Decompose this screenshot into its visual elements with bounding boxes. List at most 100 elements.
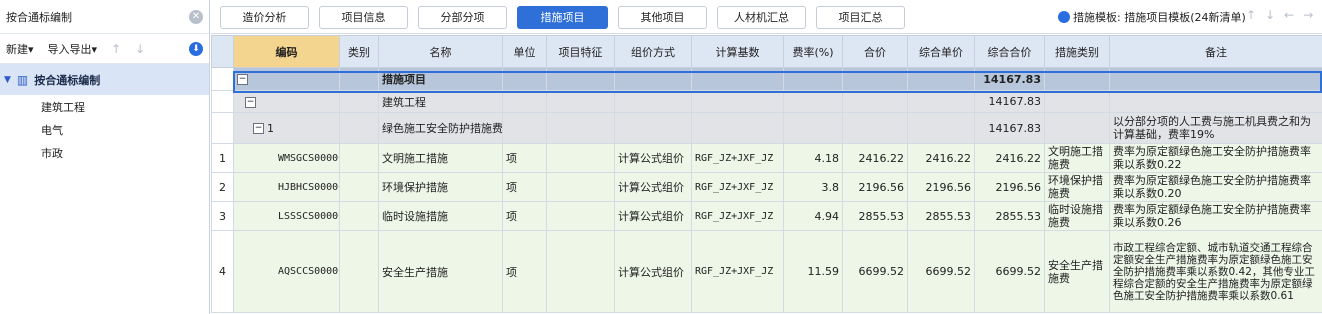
total-cell[interactable]: 2196.56 — [974, 172, 1045, 202]
name-cell[interactable]: 措施项目 — [378, 67, 503, 91]
collapse-icon[interactable]: − — [245, 96, 256, 108]
amount-cell[interactable] — [842, 90, 908, 113]
type-cell[interactable] — [339, 112, 379, 144]
code-cell[interactable]: − — [233, 67, 340, 91]
code-cell[interactable]: AQSCCS000001 — [233, 230, 340, 313]
col-header-base[interactable]: 计算基数 — [691, 35, 784, 68]
table-row[interactable]: −1 绿色施工安全防护措施费 14167.83 以分部分项的人工费与施工机具费之… — [211, 112, 1322, 144]
total-cell[interactable]: 14167.83 — [974, 90, 1045, 113]
table-row[interactable]: 2 HJBHCS000001 环境保护措施 项 计算公式组价 RGF_JZ+JX… — [211, 172, 1322, 202]
unit-price-cell[interactable]: 2855.53 — [907, 201, 975, 231]
unit-price-cell[interactable]: 2416.22 — [907, 143, 975, 173]
row-index[interactable]: 1 — [211, 143, 234, 173]
download-icon[interactable]: ⬇ — [189, 42, 203, 56]
category-cell[interactable] — [1044, 90, 1110, 113]
arrow-down-icon[interactable]: ↓ — [1265, 8, 1284, 22]
code-cell[interactable]: LSSSCS000001 — [233, 201, 340, 231]
tree-root-node[interactable]: ▼ ▥ 按合通标编制 — [0, 64, 209, 95]
unit-cell[interactable]: 项 — [502, 230, 547, 313]
unit-price-cell[interactable]: 6699.52 — [907, 230, 975, 313]
unit-cell[interactable]: 项 — [502, 172, 547, 202]
table-row[interactable]: − 措施项目 14167.83 — [211, 67, 1322, 91]
rate-cell[interactable] — [783, 67, 843, 91]
remark-cell[interactable]: 市政工程综合定额、城市轨道交通工程综合定额安全生产措施费率为原定额绿色施工安全防… — [1109, 230, 1322, 313]
tree-item-municipal[interactable]: 市政 — [0, 141, 209, 164]
name-cell[interactable]: 临时设施措施 — [378, 201, 503, 231]
amount-cell[interactable]: 2196.56 — [842, 172, 908, 202]
base-cell[interactable] — [691, 112, 784, 144]
tree-item-building[interactable]: 建筑工程 — [0, 95, 209, 118]
unit-cell[interactable] — [502, 67, 547, 91]
tab-other-items[interactable]: 其他项目 — [618, 6, 707, 29]
method-cell[interactable] — [614, 112, 692, 144]
row-index[interactable]: 2 — [211, 172, 234, 202]
tab-labor-material-summary[interactable]: 人材机汇总 — [717, 6, 806, 29]
tab-sub-items[interactable]: 分部分项 — [418, 6, 507, 29]
base-cell[interactable] — [691, 90, 784, 113]
method-cell[interactable] — [614, 67, 692, 91]
unit-price-cell[interactable] — [907, 90, 975, 113]
tab-cost-analysis[interactable]: 造价分析 — [220, 6, 309, 29]
feature-cell[interactable] — [546, 230, 615, 313]
col-header-remark[interactable]: 备注 — [1109, 35, 1322, 68]
type-cell[interactable] — [339, 90, 379, 113]
col-header-feature[interactable]: 项目特征 — [546, 35, 615, 68]
import-export-button[interactable]: 导入导出▾ — [48, 41, 98, 57]
unit-price-cell[interactable] — [907, 67, 975, 91]
base-cell[interactable]: RGF_JZ+JXF_JZ — [691, 143, 784, 173]
feature-cell[interactable] — [546, 143, 615, 173]
collapse-icon[interactable]: − — [253, 123, 264, 134]
col-header-type[interactable]: 类别 — [339, 35, 379, 68]
total-cell[interactable]: 2416.22 — [974, 143, 1045, 173]
method-cell[interactable]: 计算公式组价 — [614, 172, 692, 202]
col-header-unit-price[interactable]: 综合单价 — [907, 35, 975, 68]
name-cell[interactable]: 安全生产措施 — [378, 230, 503, 313]
arrow-right-icon[interactable]: → — [1303, 8, 1322, 22]
total-cell[interactable]: 2855.53 — [974, 201, 1045, 231]
table-row[interactable]: 1 WMSGCS000001 文明施工措施 项 计算公式组价 RGF_JZ+JX… — [211, 143, 1322, 173]
type-cell[interactable] — [339, 201, 379, 231]
table-row[interactable]: 3 LSSSCS000001 临时设施措施 项 计算公式组价 RGF_JZ+JX… — [211, 201, 1322, 231]
move-down-icon[interactable]: ↓ — [135, 42, 145, 56]
method-cell[interactable]: 计算公式组价 — [614, 143, 692, 173]
base-cell[interactable] — [691, 67, 784, 91]
feature-cell[interactable] — [546, 201, 615, 231]
expand-triangle-icon[interactable]: ▼ — [4, 75, 11, 85]
rate-cell[interactable]: 11.59 — [783, 230, 843, 313]
remark-cell[interactable]: 以分部分项的人工费与施工机具费之和为计算基础，费率19% — [1109, 112, 1322, 144]
tab-project-summary[interactable]: 项目汇总 — [816, 6, 905, 29]
method-cell[interactable] — [614, 90, 692, 113]
code-cell[interactable]: WMSGCS000001 — [233, 143, 340, 173]
total-cell[interactable]: 14167.83 — [974, 112, 1045, 144]
unit-price-cell[interactable]: 2196.56 — [907, 172, 975, 202]
move-up-icon[interactable]: ↑ — [111, 42, 121, 56]
col-header-category[interactable]: 措施类别 — [1044, 35, 1110, 68]
rate-cell[interactable]: 4.18 — [783, 143, 843, 173]
name-cell[interactable]: 文明施工措施 — [378, 143, 503, 173]
tab-project-info[interactable]: 项目信息 — [319, 6, 408, 29]
base-cell[interactable]: RGF_JZ+JXF_JZ — [691, 230, 784, 313]
arrow-left-icon[interactable]: ← — [1284, 8, 1303, 22]
remark-cell[interactable]: 费率为原定额绿色施工安全防护措施费率乘以系数0.20 — [1109, 172, 1322, 202]
row-index[interactable]: 3 — [211, 201, 234, 231]
feature-cell[interactable] — [546, 172, 615, 202]
collapse-icon[interactable]: − — [237, 74, 248, 85]
code-cell[interactable]: − — [233, 90, 340, 113]
col-header-amount[interactable]: 合价 — [842, 35, 908, 68]
category-cell[interactable]: 文明施工措施费 — [1044, 143, 1110, 173]
col-header-code[interactable]: 编码 — [233, 35, 340, 68]
base-cell[interactable]: RGF_JZ+JXF_JZ — [691, 201, 784, 231]
category-cell[interactable]: 临时设施措施费 — [1044, 201, 1110, 231]
remark-cell[interactable] — [1109, 67, 1322, 91]
col-header-rate[interactable]: 费率(%) — [783, 35, 843, 68]
table-row[interactable]: 4 AQSCCS000001 安全生产措施 项 计算公式组价 RGF_JZ+JX… — [211, 230, 1322, 313]
template-indicator[interactable]: 措施模板: 措施项目模板(24新清单) — [1058, 9, 1246, 25]
new-button[interactable]: 新建▾ — [6, 41, 34, 57]
base-cell[interactable]: RGF_JZ+JXF_JZ — [691, 172, 784, 202]
feature-cell[interactable] — [546, 90, 615, 113]
corner-cell[interactable] — [211, 35, 234, 68]
unit-cell[interactable] — [502, 90, 547, 113]
remark-cell[interactable]: 费率为原定额绿色施工安全防护措施费率乘以系数0.26 — [1109, 201, 1322, 231]
amount-cell[interactable] — [842, 112, 908, 144]
type-cell[interactable] — [339, 67, 379, 91]
